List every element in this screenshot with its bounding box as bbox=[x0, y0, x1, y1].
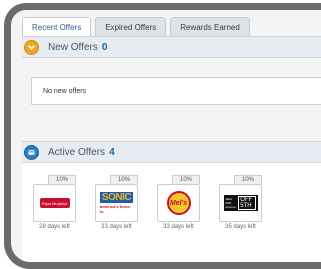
device-frame: Recent Offers Expired Offers Rewards Ear… bbox=[4, 3, 321, 269]
offer-logo-card[interactable]: Papa Murphys bbox=[33, 184, 76, 222]
new-offers-title: New Offers bbox=[48, 41, 98, 53]
mels-logo: Mel's bbox=[166, 191, 191, 215]
discount-badge: 10% bbox=[48, 175, 76, 184]
saks-off-fifth-logo: Saks Fifth Avenue OFF 5TH bbox=[223, 195, 258, 211]
saks-logo-script: Saks Fifth Avenue bbox=[225, 197, 236, 209]
card-circle-icon bbox=[24, 144, 39, 160]
active-offers-title: Active Offers bbox=[48, 146, 106, 158]
sonic-logo-word: SONIC bbox=[99, 192, 134, 203]
chevron-circle-icon bbox=[24, 39, 39, 55]
sonic-logo: SONIC America's Drive-In. bbox=[100, 192, 134, 214]
off-fifth-logo-text: OFF 5TH bbox=[238, 196, 256, 210]
offer-tabs: Recent Offers Expired Offers Rewards Ear… bbox=[22, 17, 250, 37]
days-left-label: 28 days left bbox=[39, 224, 70, 230]
tab-rewards-earned[interactable]: Rewards Earned bbox=[170, 17, 250, 36]
discount-badge: 10% bbox=[234, 175, 262, 184]
discount-badge: 10% bbox=[110, 175, 138, 184]
discount-badge: 10% bbox=[172, 175, 200, 184]
days-left-label: 35 days left bbox=[225, 224, 256, 230]
no-new-offers-message: No new offers bbox=[31, 77, 321, 105]
sonic-logo-tagline: America's Drive-In. bbox=[99, 204, 131, 214]
tab-expired-offers[interactable]: Expired Offers bbox=[95, 17, 167, 36]
days-left-label: 33 days left bbox=[163, 224, 194, 230]
new-offers-section: New Offers 0 bbox=[22, 36, 321, 58]
active-offers-header[interactable]: Active Offers 4 bbox=[22, 142, 321, 163]
new-offers-count: 0 bbox=[101, 41, 108, 53]
offer-logo-card[interactable]: SONIC America's Drive-In. bbox=[95, 184, 138, 222]
tab-recent-offers[interactable]: Recent Offers bbox=[22, 17, 92, 36]
papa-murphys-logo: Papa Murphys bbox=[39, 198, 70, 208]
offer-logo-card[interactable]: Saks Fifth Avenue OFF 5TH bbox=[219, 184, 262, 222]
offer-logo-card[interactable]: Mel's bbox=[157, 184, 200, 222]
active-offers-count: 4 bbox=[109, 146, 115, 158]
days-left-label: 33 days left bbox=[101, 224, 132, 230]
new-offers-header[interactable]: New Offers 0 bbox=[22, 37, 321, 58]
